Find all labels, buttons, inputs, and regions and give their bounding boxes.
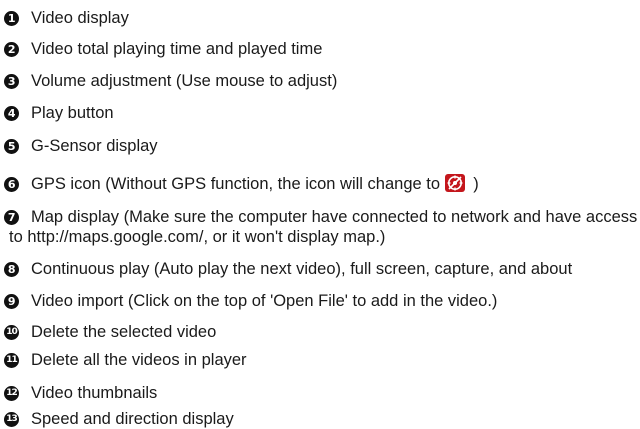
item-text: Video display: [31, 9, 129, 27]
number-badge: 9: [4, 294, 19, 309]
item-text: Video total playing time and played time: [31, 40, 323, 58]
item-text-continuation: to http://maps.google.com/, or it won't …: [9, 228, 386, 246]
number-badge: 12: [4, 386, 19, 401]
item-text: Map display (Make sure the computer have…: [31, 208, 638, 226]
number-badge: 10: [4, 325, 19, 340]
number-badge: 13: [4, 412, 19, 427]
number-badge: 6: [4, 177, 19, 192]
item-text: Delete all the videos in player: [31, 351, 247, 369]
item-text: G-Sensor display: [31, 137, 158, 155]
item-text: Speed and direction display: [31, 410, 234, 428]
number-badge: 5: [4, 139, 19, 154]
number-badge: 1: [4, 11, 19, 26]
item-text-main: GPS icon (Without GPS function, the icon…: [31, 175, 441, 193]
item-text: Delete the selected video: [31, 323, 217, 341]
number-badge: 3: [4, 74, 19, 89]
number-badge: 8: [4, 262, 19, 277]
number-badge: 7: [4, 210, 19, 225]
item-text: Continuous play (Auto play the next vide…: [31, 260, 573, 278]
number-badge: 4: [4, 106, 19, 121]
item-text: Video import (Click on the top of 'Open …: [31, 292, 498, 310]
numbered-feature-list: 1 Video display 2 Video total playing ti…: [0, 0, 640, 429]
number-badge: 2: [4, 42, 19, 57]
item-text: Volume adjustment (Use mouse to adjust): [31, 72, 338, 90]
item-text: GPS icon (Without GPS function, the icon…: [31, 174, 479, 194]
gps-off-icon: [444, 174, 465, 192]
number-badge: 11: [4, 353, 19, 368]
item-text: Video thumbnails: [31, 384, 158, 402]
item-text: Play button: [31, 104, 114, 122]
item-text-suffix: ): [473, 175, 479, 193]
